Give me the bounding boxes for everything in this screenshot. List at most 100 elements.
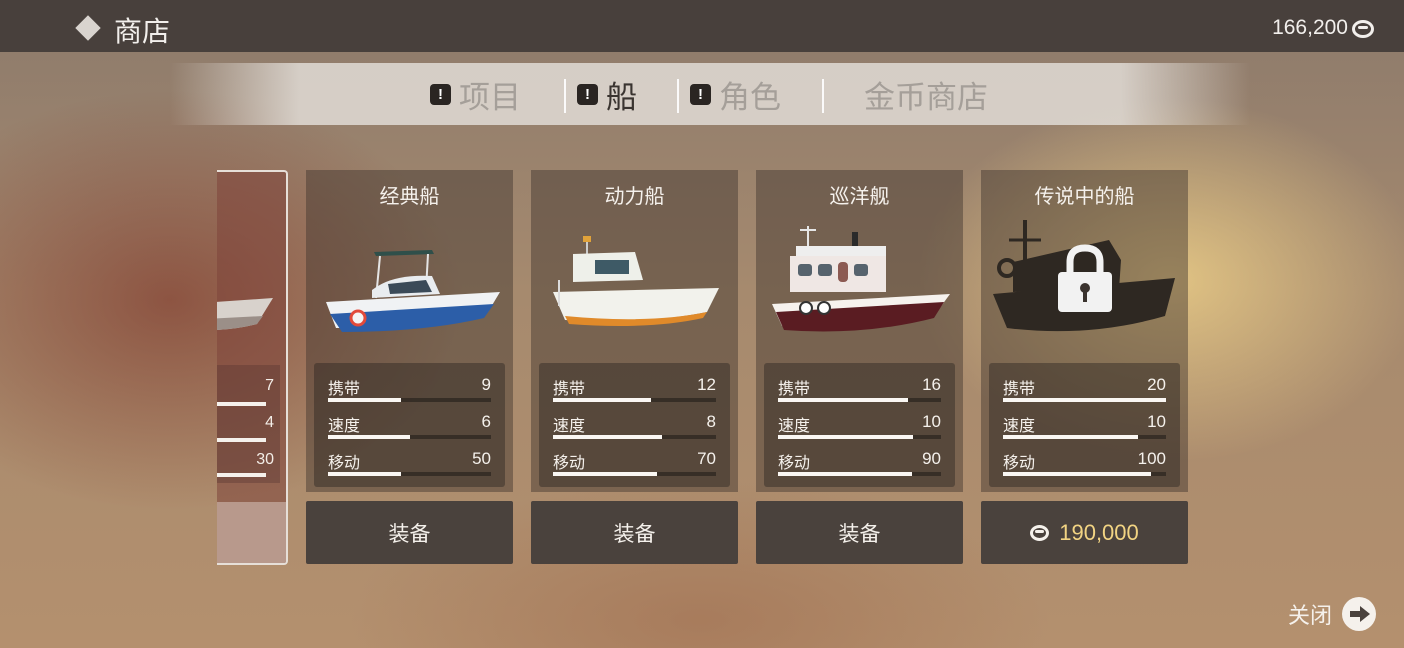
stat-label: 移动 — [553, 453, 586, 472]
boat-name: 动力船 — [604, 184, 665, 208]
buy-button-legendary[interactable]: 190,000 — [981, 501, 1188, 564]
stat-row-speed: 速度 8 — [553, 412, 716, 448]
stat-bar — [778, 398, 941, 402]
stat-bar — [778, 435, 941, 439]
alert-icon: ! — [577, 83, 598, 105]
stat-label: 速度 — [1003, 416, 1036, 435]
stat-bar-fill — [1003, 398, 1166, 402]
stat-value: 30 — [256, 451, 274, 468]
close-button[interactable]: 关闭 — [1288, 597, 1376, 631]
partial-action-button[interactable] — [217, 502, 286, 563]
stat-bar-fill — [778, 472, 912, 476]
stat-label: 携带 — [328, 379, 361, 398]
stat-row-carry: 携带 9 — [328, 375, 491, 411]
stat-bar-fill — [328, 398, 402, 402]
equip-label: 装备 — [388, 521, 431, 546]
stat-value: 10 — [922, 412, 941, 431]
top-bar: 商店 166,200 — [0, 0, 1404, 52]
stat-bar — [217, 473, 266, 477]
stat-value: 8 — [706, 412, 716, 431]
stat-bar-fill — [553, 435, 663, 439]
power-boat-icon — [553, 236, 719, 326]
stat-bar — [553, 435, 716, 439]
equip-button-cruiser[interactable]: 装备 — [756, 501, 963, 564]
page-title: 商店 — [114, 15, 171, 48]
stat-label: 速度 — [553, 416, 586, 435]
tab-characters[interactable]: ! 角色 — [690, 74, 781, 116]
classic-boat-icon — [326, 250, 500, 332]
stat-bar — [328, 435, 491, 439]
stat-bar-fill — [328, 435, 410, 439]
boat-name: 传说中的船 — [1034, 184, 1135, 208]
tab-coin-shop[interactable]: 金币商店 — [864, 74, 988, 116]
alert-icon: ! — [690, 83, 711, 105]
stat-bar — [553, 398, 716, 402]
stat-label: 移动 — [328, 453, 361, 472]
tab-divider — [822, 79, 824, 113]
close-label: 关闭 — [1287, 604, 1332, 629]
stat-label: 携带 — [778, 379, 811, 398]
stat-value: 4 — [265, 414, 274, 431]
boat-name: 经典船 — [379, 184, 440, 208]
stat-value: 16 — [922, 375, 941, 394]
stat-value: 6 — [481, 412, 491, 431]
stat-row-carry: 携带 12 — [553, 375, 716, 411]
stat-value: 90 — [922, 449, 941, 468]
tab-label: 金币商店 — [864, 79, 988, 116]
diamond-icon — [75, 15, 101, 41]
stat-value: 20 — [1147, 375, 1166, 394]
stat-bar-fill — [1003, 435, 1139, 439]
tab-boats[interactable]: ! 船 — [577, 74, 637, 116]
tab-divider — [564, 79, 566, 113]
alert-icon: ! — [430, 83, 451, 105]
stat-bar-fill — [778, 435, 914, 439]
stat-row-move: 移动 100 — [1003, 449, 1166, 485]
stats-panel: 携带 20 速度 10 移动 100 — [989, 363, 1180, 487]
lock-icon — [1058, 244, 1112, 312]
stat-label: 移动 — [1003, 453, 1036, 472]
stat-row-move: 移动 50 — [328, 449, 491, 485]
stat-bar — [217, 438, 266, 442]
partial-stats-panel: 7 4 30 — [217, 365, 280, 483]
partial-boat-card[interactable]: 7 4 30 — [217, 170, 288, 565]
boat-card-legendary[interactable]: 传说中的船 携带 20 速度 10 移动 100 — [981, 170, 1188, 492]
stat-bar — [778, 472, 941, 476]
stats-panel: 携带 12 速度 8 移动 70 — [539, 363, 730, 487]
stat-bar-fill — [553, 398, 651, 402]
price-label: 190,000 — [1059, 519, 1139, 545]
stat-label: 速度 — [328, 416, 361, 435]
stats-panel: 携带 9 速度 6 移动 50 — [314, 363, 505, 487]
stat-bar — [1003, 435, 1166, 439]
stat-bar-fill — [328, 472, 402, 476]
stat-bar — [217, 402, 266, 406]
stat-value: 9 — [481, 375, 491, 394]
boat-name: 巡洋舰 — [829, 184, 890, 208]
stat-value: 7 — [265, 377, 274, 394]
coin-icon — [1030, 524, 1050, 541]
equip-button-power[interactable]: 装备 — [531, 501, 738, 564]
cruiser-boat-icon — [772, 226, 950, 332]
stat-bar — [1003, 472, 1166, 476]
equip-label: 装备 — [838, 521, 881, 546]
stat-label: 携带 — [1003, 379, 1036, 398]
stat-label: 移动 — [778, 453, 811, 472]
stat-row-speed: 速度 10 — [1003, 412, 1166, 448]
tab-label: 船 — [606, 79, 637, 116]
boat-card-cruiser[interactable]: 巡洋舰 携带 16 速度 10 移动 90 — [756, 170, 963, 492]
coin-balance: 166,200 — [1272, 16, 1348, 39]
stat-row-carry: 携带 16 — [778, 375, 941, 411]
stat-row-move: 移动 90 — [778, 449, 941, 485]
boat-card-power[interactable]: 动力船 携带 12 速度 8 移动 70 — [531, 170, 738, 492]
tab-items[interactable]: ! 项目 — [430, 74, 521, 116]
stat-value: 50 — [472, 449, 491, 468]
coin-icon — [1352, 20, 1374, 38]
stat-value: 100 — [1137, 449, 1166, 468]
stat-bar-fill — [553, 472, 658, 476]
equip-button-classic[interactable]: 装备 — [306, 501, 513, 564]
boat-card-classic[interactable]: 经典船 携带 9 速度 6 移动 50 — [306, 170, 513, 492]
stat-value: 70 — [697, 449, 716, 468]
tab-label: 项目 — [459, 79, 521, 116]
stat-label: 携带 — [553, 379, 586, 398]
equip-label: 装备 — [613, 521, 656, 546]
stat-label: 速度 — [778, 416, 811, 435]
